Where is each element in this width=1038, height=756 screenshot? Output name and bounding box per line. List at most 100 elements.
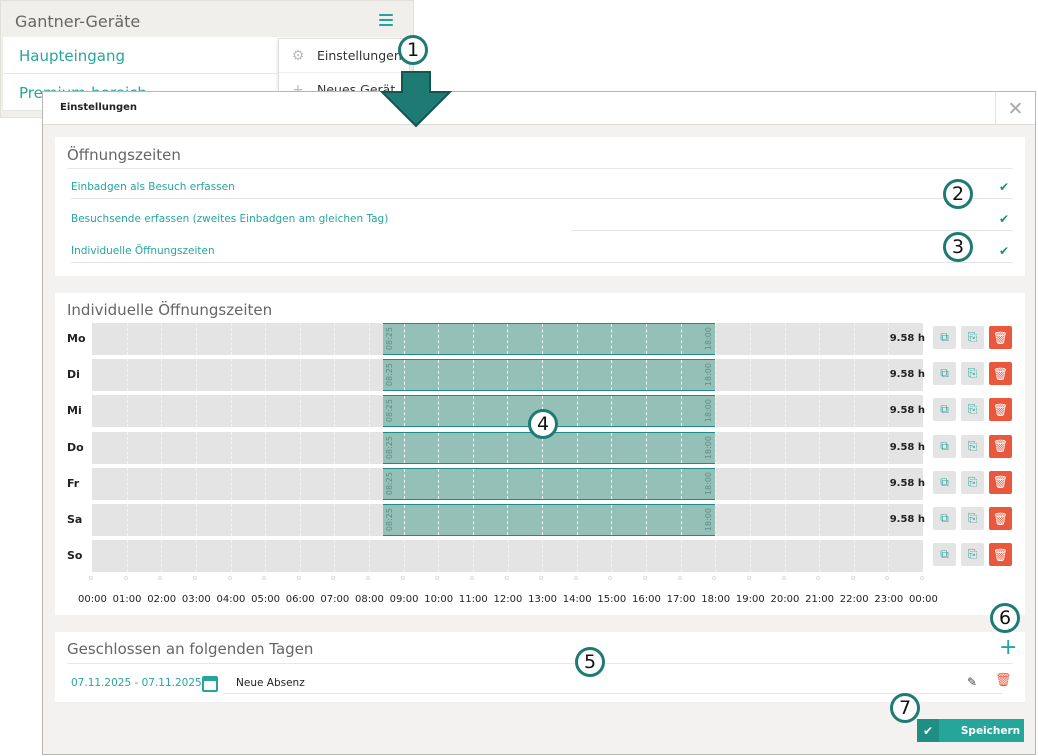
checkbox-checked-icon[interactable]: ✔ [999, 181, 1011, 193]
axis-tick-label: 06:00 [285, 594, 315, 605]
hour-gridline [195, 395, 197, 428]
trash-icon[interactable]: 🗑 [995, 673, 1012, 688]
hour-gridline [611, 324, 613, 354]
hour-gridline [126, 323, 128, 355]
axis-tick-label: 23:00 [874, 594, 904, 605]
add-closed-day-button[interactable]: + [999, 637, 1017, 659]
end-time-label: 18:00 [704, 399, 714, 423]
axis-tick-label: 00:00 [78, 594, 107, 605]
copy-icon[interactable]: ⧉ [933, 326, 956, 349]
divider [223, 693, 1003, 694]
opening-block[interactable]: 08:25 18:00 [383, 504, 716, 536]
hour-gridline [819, 431, 821, 464]
copy-icon[interactable]: ⧉ [933, 507, 956, 530]
axis-tick-marker [400, 576, 405, 580]
copy-icon[interactable]: ⧉ [933, 362, 956, 386]
hour-gridline [299, 395, 301, 428]
axis-tick-marker [227, 576, 232, 580]
paste-icon[interactable]: ⎘ [961, 507, 984, 530]
absence-name[interactable]: Neue Absenz [236, 677, 305, 689]
hour-gridline [645, 360, 647, 391]
calendar-icon[interactable] [202, 676, 218, 692]
paste-icon[interactable]: ⎘ [961, 543, 984, 567]
checkbox-checked-icon[interactable]: ✔ [999, 245, 1011, 257]
time-track[interactable]: 08:25 18:00 [92, 504, 923, 536]
hour-gridline [472, 468, 474, 499]
absence-date-range[interactable]: 07.11.2025 - 07.11.2025 [71, 677, 202, 689]
hour-gridline [749, 540, 751, 573]
hours-total: 9.58 h [889, 441, 925, 453]
hour-gridline [853, 540, 855, 573]
divider [571, 230, 1013, 231]
axis-tick-marker [643, 576, 647, 580]
time-track[interactable]: 08:25 18:00 [92, 323, 923, 355]
trash-icon[interactable]: 🗑 [989, 434, 1012, 458]
hour-gridline [680, 540, 682, 573]
hour-gridline [576, 360, 578, 391]
copy-icon[interactable]: ⧉ [933, 470, 956, 494]
trash-icon[interactable]: 🗑 [989, 362, 1012, 386]
trash-icon[interactable]: 🗑 [989, 543, 1012, 567]
hour-gridline [195, 431, 197, 464]
axis-tick-marker [469, 576, 474, 580]
menu-icon[interactable] [379, 14, 393, 26]
callout-badge: 5 [575, 647, 605, 677]
trash-icon[interactable]: 🗑 [989, 326, 1012, 349]
trash-icon[interactable]: 🗑 [989, 507, 1012, 530]
hour-gridline [507, 396, 509, 427]
divider [67, 663, 1013, 664]
save-button[interactable]: ✔ Speichern [917, 719, 1024, 742]
time-track[interactable] [92, 540, 923, 573]
hour-gridline [542, 360, 544, 391]
hour-gridline [438, 540, 440, 573]
paste-icon[interactable]: ⎘ [961, 470, 984, 494]
close-icon[interactable]: ✕ [995, 92, 1035, 125]
hour-gridline [265, 504, 267, 536]
copy-icon[interactable]: ⧉ [933, 434, 956, 458]
start-time-label: 08:25 [385, 399, 395, 423]
callout-badge: 6 [990, 603, 1020, 633]
trash-icon[interactable]: 🗑 [989, 398, 1012, 422]
pencil-icon[interactable]: ✎ [967, 675, 977, 689]
hour-gridline [507, 360, 509, 391]
axis-tick-label: 04:00 [216, 594, 246, 605]
copy-icon[interactable]: ⧉ [933, 398, 956, 422]
menu-item-label: Einstellungen [317, 48, 402, 63]
opening-block[interactable]: 08:25 18:00 [383, 359, 716, 392]
hour-gridline [784, 540, 786, 573]
check-icon: ✔ [917, 719, 939, 742]
menu-item-settings[interactable]: ⚙ Einstellungen [279, 39, 409, 73]
hour-gridline [334, 504, 336, 536]
individual-hours-card: Individuelle Öffnungszeiten Mo 08:25 18:00… [55, 293, 1025, 615]
hour-gridline [819, 467, 821, 500]
closed-days-card: Geschlossen an folgenden Tagen + 07.11.2… [55, 632, 1025, 702]
checkbox-checked-icon[interactable]: ✔ [999, 213, 1011, 225]
time-track[interactable]: 08:25 18:00 [92, 431, 923, 464]
hour-gridline [715, 359, 717, 392]
paste-icon[interactable]: ⎘ [961, 434, 984, 458]
hours-total: 9.58 h [889, 333, 925, 344]
schedule-row: Di 08:25 18:00 9.58 h ⧉ ⎘ 🗑 [67, 359, 1017, 392]
axis-tick-label: 21:00 [805, 594, 834, 605]
time-track[interactable]: 08:25 18:00 [92, 467, 923, 500]
hour-gridline [472, 540, 474, 573]
hour-gridline [784, 504, 786, 536]
hour-gridline [645, 468, 647, 499]
callout-badge: 4 [528, 409, 558, 439]
trash-icon[interactable]: 🗑 [989, 470, 1012, 494]
hour-gridline [784, 323, 786, 355]
opening-block[interactable]: 08:25 18:00 [383, 467, 716, 500]
hour-gridline [126, 467, 128, 500]
hour-gridline [646, 540, 647, 573]
time-track[interactable]: 08:25 18:00 [92, 359, 923, 392]
paste-icon[interactable]: ⎘ [961, 398, 984, 422]
card-title: Öffnungszeiten [67, 146, 181, 164]
paste-icon[interactable]: ⎘ [961, 326, 984, 349]
hour-gridline [680, 324, 682, 354]
time-track[interactable]: 08:25 18:00 [92, 395, 923, 428]
hour-gridline [784, 359, 786, 392]
copy-icon[interactable]: ⧉ [933, 543, 956, 567]
hour-gridline [680, 505, 682, 535]
opening-block[interactable]: 08:25 18:00 [383, 323, 716, 355]
paste-icon[interactable]: ⎘ [961, 362, 984, 386]
